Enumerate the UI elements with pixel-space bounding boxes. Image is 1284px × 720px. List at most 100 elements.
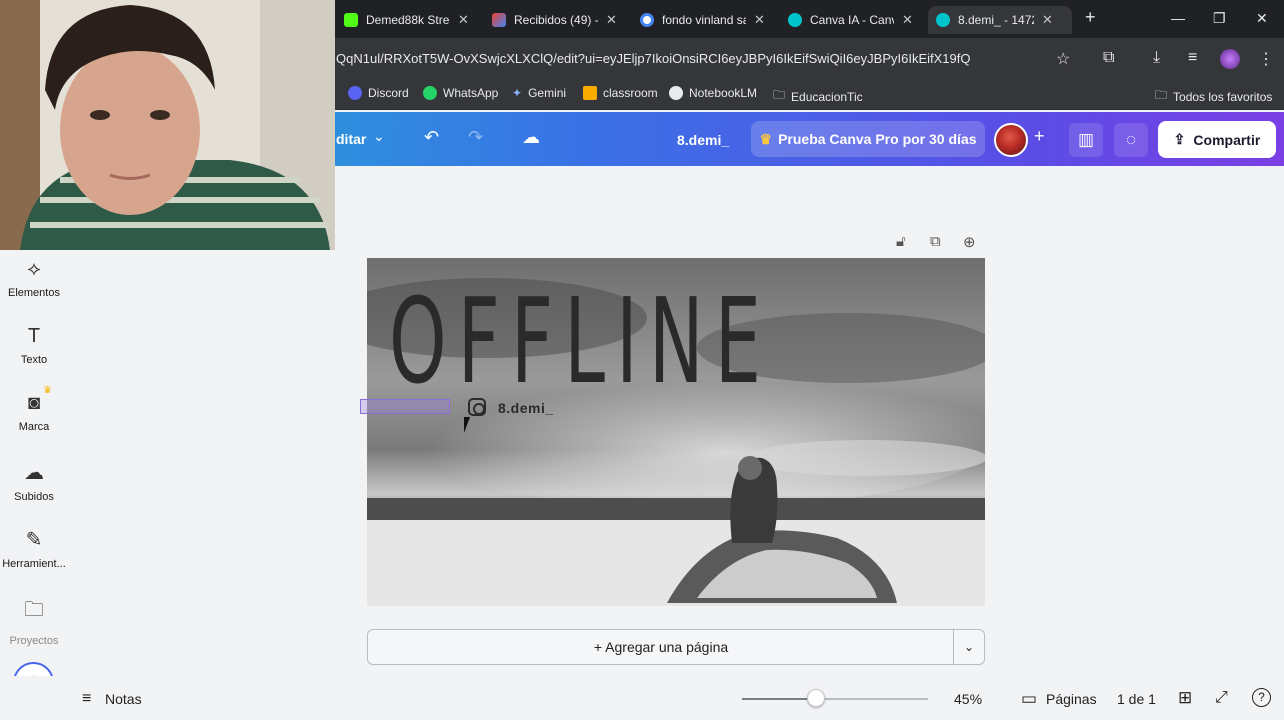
menu-kebab-icon[interactable]: ⋮	[1258, 49, 1274, 69]
bookmark-whatsapp[interactable]: WhatsApp	[423, 86, 498, 100]
share-upload-icon: ⇪	[1173, 131, 1186, 147]
add-page-bar: + Agregar una página ⌄	[367, 629, 985, 665]
close-tab-icon[interactable]: ✕	[458, 12, 469, 28]
close-window-icon[interactable]: ✕	[1256, 10, 1268, 27]
bookmark-notebooklm[interactable]: NotebookLM	[669, 86, 757, 100]
selection-highlight[interactable]	[360, 399, 450, 414]
webcam-overlay	[0, 0, 335, 250]
bookmark-discord[interactable]: Discord	[348, 86, 409, 100]
edit-menu-button[interactable]: ditar	[336, 131, 366, 147]
bookmark-gemini[interactable]: ✦ Gemini	[512, 86, 566, 100]
sidebar-item-texto[interactable]: T Texto	[0, 325, 68, 366]
extensions-icon[interactable]: ⧉	[1103, 49, 1114, 67]
notebooklm-icon	[669, 86, 683, 100]
profile-avatar[interactable]	[1220, 49, 1240, 69]
minimize-icon[interactable]: —	[1171, 10, 1185, 26]
insights-chart-icon[interactable]: ▥	[1069, 123, 1103, 157]
add-page-icon[interactable]: ⊕	[963, 233, 976, 251]
bookmark-classroom[interactable]: classroom	[583, 86, 658, 100]
webcam-person-image	[0, 0, 335, 250]
fullscreen-icon[interactable]: ⤢	[1215, 689, 1228, 707]
comment-icon[interactable]: ◌	[1114, 123, 1148, 157]
canva-favicon-icon	[788, 13, 802, 27]
redo-icon[interactable]: ↷	[468, 127, 483, 148]
zoom-slider[interactable]	[742, 698, 928, 700]
download-icon[interactable]: ⤓	[1153, 49, 1160, 67]
sidebar-item-herramientas[interactable]: ✎ Herramient...	[0, 527, 68, 570]
sidebar-item-marca[interactable]: ◙ Marca	[0, 392, 68, 433]
tab-title: Demed88k Strea	[366, 13, 450, 27]
close-tab-icon[interactable]: ✕	[1042, 12, 1053, 28]
sidebar-item-label: Herramient...	[2, 558, 66, 570]
google-favicon-icon	[640, 13, 654, 27]
notes-button[interactable]: Notas	[105, 691, 142, 707]
duplicate-page-icon[interactable]: ⧉	[930, 233, 941, 250]
tab-title: Canva IA - Canva	[810, 13, 894, 27]
close-tab-icon[interactable]: ✕	[902, 12, 913, 28]
sidebar-item-label: Marca	[18, 421, 50, 433]
grid-view-icon[interactable]: ⊞	[1178, 688, 1192, 708]
whatsapp-icon	[423, 86, 437, 100]
pages-button[interactable]: Páginas	[1046, 691, 1097, 707]
browser-tab[interactable]: fondo vinland sa ✕	[632, 6, 773, 34]
instagram-icon[interactable]	[468, 398, 486, 416]
try-pro-label: Prueba Canva Pro por 30 días	[778, 131, 977, 147]
bookmark-label: Discord	[368, 86, 409, 100]
tab-title: fondo vinland sa	[662, 13, 746, 27]
brand-icon: ◙	[27, 392, 41, 414]
restore-icon[interactable]: ❐	[1213, 10, 1226, 27]
folder-icon: 🗀	[24, 599, 44, 621]
cloud-upload-icon: ☁	[24, 462, 44, 484]
discord-icon	[348, 86, 362, 100]
add-collaborator-button[interactable]: +	[1034, 126, 1045, 147]
media-icon[interactable]: ≡	[1188, 49, 1197, 67]
new-tab-button[interactable]: +	[1085, 7, 1096, 28]
browser-tab-active[interactable]: 8.demi_ - 1472 × ✕	[928, 6, 1072, 34]
tab-title: 8.demi_ - 1472 ×	[958, 13, 1034, 27]
folder-icon: 🗀	[773, 88, 786, 102]
browser-tab[interactable]: Canva IA - Canva ✕	[780, 6, 921, 34]
lock-icon[interactable]: 🔓︎	[896, 233, 906, 250]
share-label: Compartir	[1193, 131, 1261, 148]
sidebar-item-label: Texto	[20, 354, 48, 366]
sidebar-item-subidos[interactable]: ☁ Subidos	[0, 460, 68, 503]
sidebar-item-label: Subidos	[14, 491, 54, 503]
bookmark-label: Todos los favoritos	[1173, 89, 1273, 104]
add-page-button[interactable]: + Agregar una página	[368, 630, 954, 664]
close-tab-icon[interactable]: ✕	[754, 12, 765, 28]
design-page[interactable]: OFFLINE	[367, 258, 985, 606]
instagram-handle[interactable]: 8.demi_	[498, 400, 554, 416]
text-icon: T	[27, 325, 41, 347]
cloud-saved-icon[interactable]: ☁	[522, 127, 540, 148]
tab-title: Recibidos (49) -	[514, 13, 598, 27]
bookmark-educaciontic[interactable]: 🗀 EducacionTic	[773, 86, 863, 107]
pages-icon[interactable]: ▭	[1021, 689, 1037, 709]
crown-icon: ♛	[759, 130, 773, 147]
user-avatar[interactable]	[994, 123, 1028, 157]
offline-headline[interactable]: OFFLINE	[389, 272, 772, 410]
try-pro-button[interactable]: ♛ Prueba Canva Pro por 30 días	[751, 121, 985, 157]
browser-tab[interactable]: Demed88k Strea ✕	[336, 6, 477, 34]
close-tab-icon[interactable]: ✕	[606, 12, 617, 28]
browser-tab[interactable]: Recibidos (49) - ✕	[484, 6, 625, 34]
share-button[interactable]: ⇪ Compartir	[1158, 121, 1276, 158]
help-button[interactable]: ?	[1252, 688, 1271, 707]
classroom-icon	[583, 86, 597, 100]
chevron-down-icon[interactable]: ⌄	[953, 630, 984, 664]
mouse-cursor-icon	[464, 417, 476, 433]
sidebar-item-elementos[interactable]: ⟡ Elementos	[0, 258, 68, 299]
all-bookmarks[interactable]: 🗀 Todos los favoritos	[1155, 86, 1272, 107]
document-title[interactable]: 8.demi_	[677, 132, 729, 148]
notes-icon[interactable]: ≡	[82, 690, 91, 708]
chevron-down-icon[interactable]: ⌄	[373, 128, 385, 145]
bookmark-label: EducacionTic	[791, 89, 863, 104]
bookmark-label: classroom	[603, 86, 658, 100]
url-field[interactable]: QqN1ul/RRXotT5W-OvXSwjcXLXClQ/edit?ui=ey…	[336, 51, 1036, 66]
zoom-level[interactable]: 45%	[954, 691, 982, 707]
sidebar-item-proyectos[interactable]: 🗀 Proyectos	[0, 595, 68, 647]
star-icon[interactable]: ☆	[1056, 49, 1070, 69]
crown-icon: ♛	[43, 385, 52, 396]
bookmark-label: Gemini	[528, 86, 567, 100]
undo-icon[interactable]: ↶	[424, 127, 439, 148]
sidebar-item-label: Elementos	[8, 287, 60, 299]
